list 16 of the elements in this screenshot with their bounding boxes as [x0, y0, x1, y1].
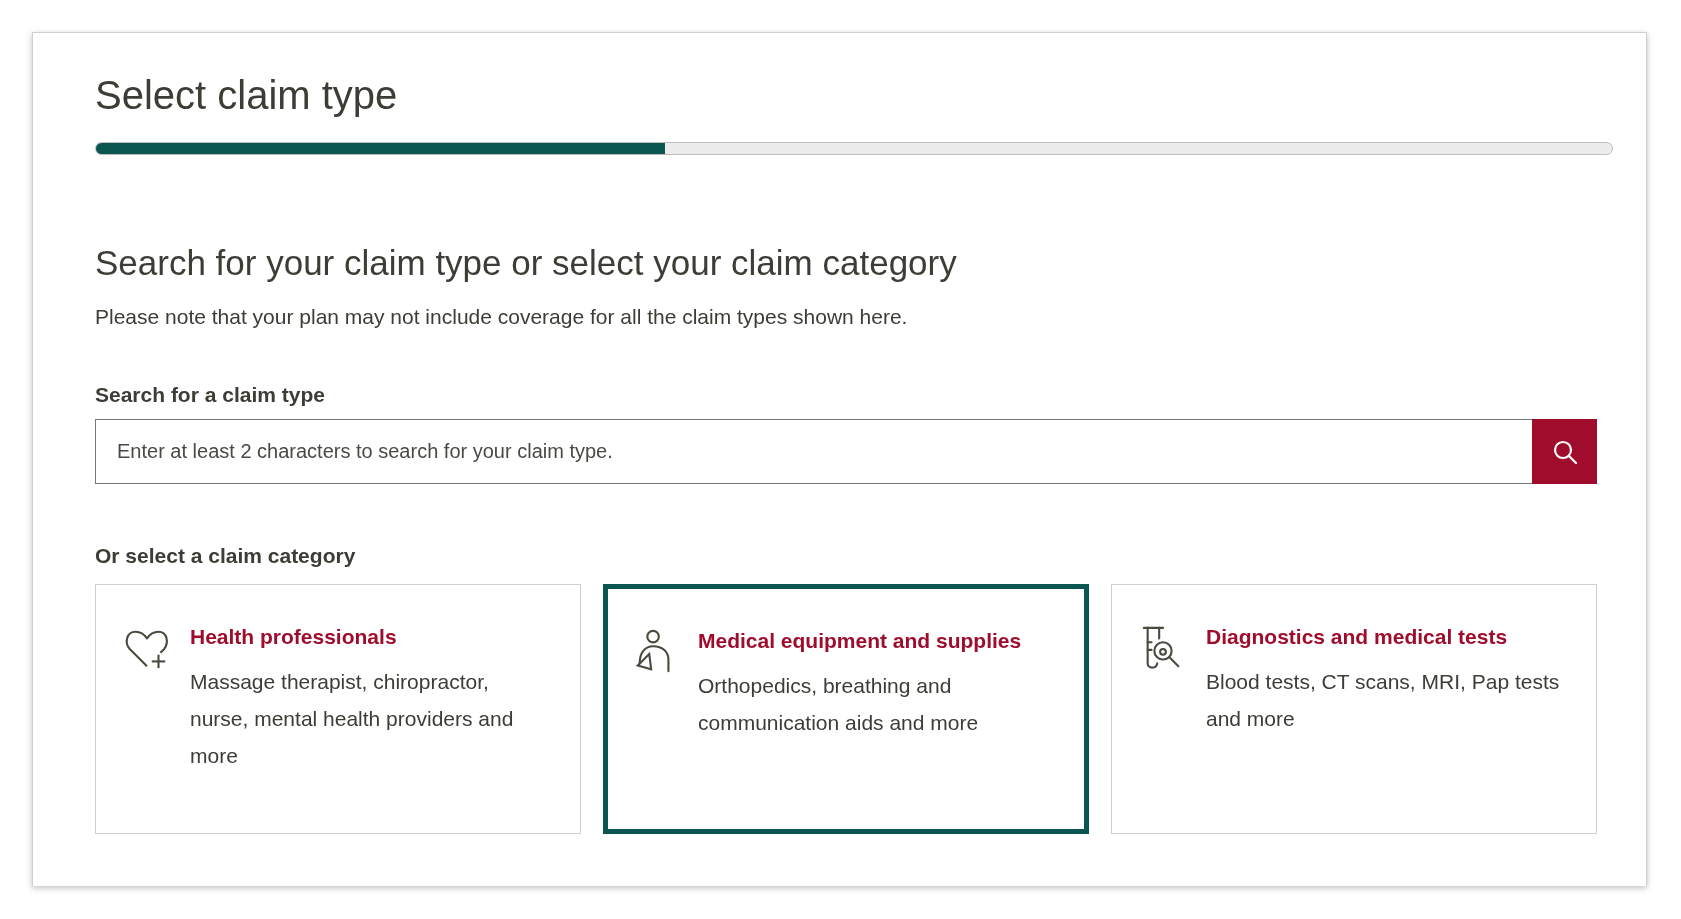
category-label: Or select a claim category	[95, 544, 357, 568]
search-button[interactable]	[1532, 419, 1597, 484]
category-description: Massage therapist, chiropractor, nurse, mental health providers and more	[190, 669, 515, 769]
category-title: Diagnostics and medical tests	[1206, 625, 1509, 649]
category-card[interactable]: Medical equipment and supplies Orthopedics, breathing and communication aids and more	[603, 584, 1089, 834]
section-heading: Search for your claim type or select your claim category	[95, 243, 958, 283]
category-card[interactable]: Health professionals Massage therapist, chiropractor, nurse, mental health providers and more	[95, 584, 581, 834]
page-title: Select claim type	[95, 73, 399, 118]
category-title: Medical equipment and supplies	[698, 629, 1023, 653]
category-description: Orthopedics, breathing and communication aids and more	[698, 673, 980, 736]
search-label: Search for a claim type	[95, 383, 326, 407]
category-title: Health professionals	[190, 625, 398, 649]
coverage-note: Please note that your plan may not include coverage for all the claim types shown here.	[95, 305, 909, 329]
category-card[interactable]: Diagnostics and medical tests Blood tests, CT scans, MRI, Pap tests and more	[1111, 584, 1597, 834]
search-field[interactable]: Enter at least 2 characters to search for your claim type.	[95, 419, 1532, 484]
category-description: Blood tests, CT scans, MRI, Pap tests and more	[1206, 669, 1561, 732]
